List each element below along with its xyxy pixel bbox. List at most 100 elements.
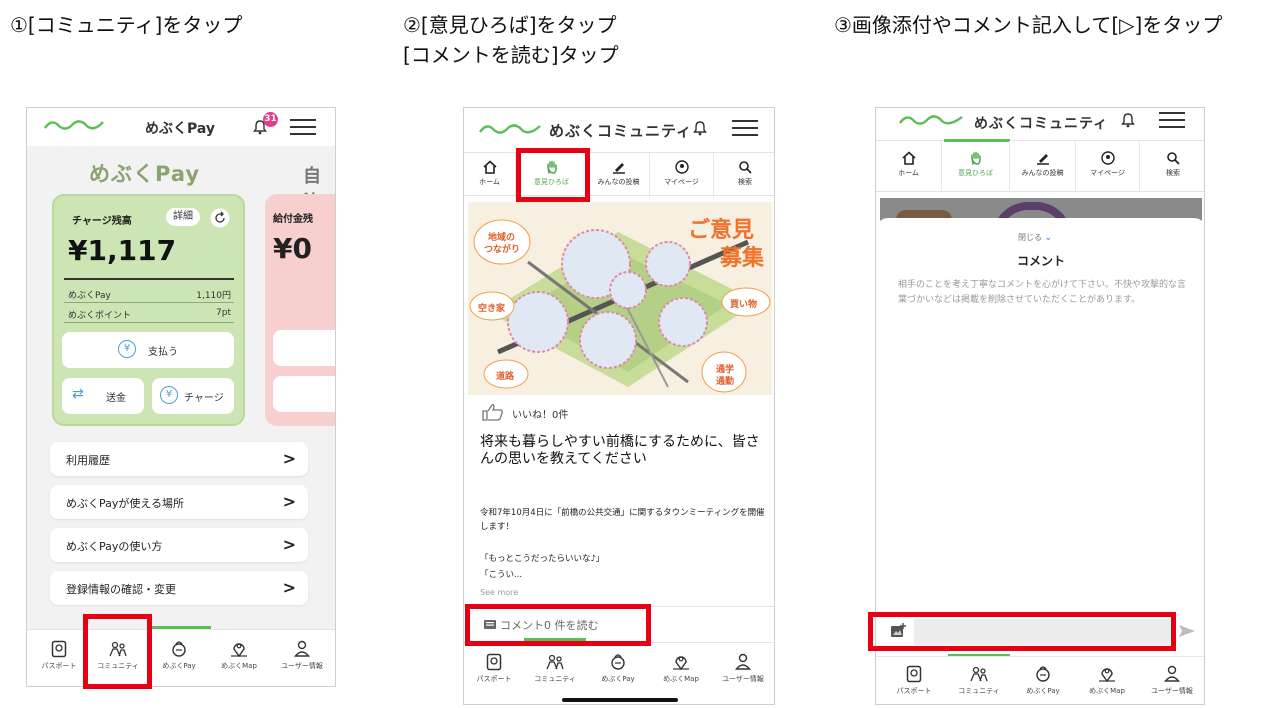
bell-icon[interactable] (1120, 112, 1136, 128)
passport-icon (906, 665, 922, 683)
nav-label: めぶくPay (1026, 687, 1060, 695)
hamburger-menu-icon[interactable] (290, 119, 316, 135)
map-label: 空き家 (478, 304, 506, 314)
balance-label: チャージ残高 (72, 216, 132, 227)
passport-icon (486, 653, 502, 671)
home-icon (482, 160, 497, 174)
map-label: つながり (484, 245, 521, 255)
mebuku-logo-icon (899, 115, 963, 125)
nav-community[interactable]: コミュニティ (526, 653, 584, 684)
map-label: 道路 (496, 372, 515, 382)
mebuku-logo-icon (44, 120, 104, 130)
tab-my-page[interactable]: マイページ (1076, 141, 1140, 193)
nav-passport[interactable]: パスポート (33, 640, 85, 671)
nav-label: めぶくMap (1089, 687, 1125, 695)
nav-user-info[interactable]: ユーザー情報 (1142, 665, 1202, 696)
pay-icon (172, 641, 186, 657)
phone-screen-pay: めぶくPay 31 めぶくPay 自治 チャージ残高 詳細 ¥1,117 めぶく… (26, 107, 336, 687)
tab-home[interactable]: ホーム (464, 153, 516, 197)
chevron-down-icon: ⌄ (1044, 233, 1053, 243)
nav-label: ユーザー情報 (281, 662, 323, 670)
map-heading-2: 募集 (720, 246, 765, 271)
menu-usable-places[interactable]: めぶくPayが使える場所 > (50, 485, 308, 519)
step2-title-line2: [コメントを読む]タップ (403, 43, 619, 67)
header-title: めぶくコミュニティ (974, 116, 1109, 132)
charge-balance-card[interactable]: チャージ残高 詳細 ¥1,117 めぶくPay 1,110円 めぶくポイント 7… (52, 194, 245, 426)
tab-opinion-plaza[interactable]: 意見ひろば (942, 141, 1010, 193)
tab-label: 検索 (1166, 169, 1180, 177)
nav-label: めぶくPay (162, 662, 196, 670)
bell-icon[interactable] (692, 120, 708, 136)
notification-badge: 31 (263, 112, 278, 127)
user-circle-icon (674, 160, 689, 174)
tab-everyone-posts[interactable]: みんなの投稿 (588, 153, 650, 197)
refresh-icon[interactable] (210, 208, 230, 228)
tab-home[interactable]: ホーム (876, 141, 942, 193)
home-icon (901, 151, 916, 165)
map-pin-icon (231, 643, 247, 658)
nav-pay[interactable]: めぶくPay (1016, 665, 1070, 696)
chevron-right-icon: > (282, 578, 296, 597)
post-title: 将来も暮らしやすい前橋にするために、皆さんの思いを教えてください (480, 434, 760, 467)
benefit-card[interactable]: 給付金残 ¥0 (265, 194, 335, 426)
menu-registration-info[interactable]: 登録情報の確認・変更 > (50, 571, 308, 605)
hamburger-menu-icon[interactable] (1159, 112, 1185, 128)
bottom-nav: パスポート コミュニティ めぶくPay めぶくMap ユーザー情報 (876, 656, 1204, 704)
point-label: めぶくポイント (68, 311, 132, 321)
community-icon (546, 654, 564, 670)
menu-how-to-use[interactable]: めぶくPayの使い方 > (50, 528, 308, 562)
send-icon[interactable] (1178, 624, 1196, 638)
menu-label: めぶくPayが使える場所 (66, 497, 185, 510)
tab-search[interactable]: 検索 (714, 153, 774, 197)
search-icon (739, 161, 752, 174)
pay-button[interactable]: ¥ 支払う (62, 332, 234, 368)
nav-user-info[interactable]: ユーザー情報 (273, 640, 331, 671)
nav-label: パスポート (476, 675, 512, 683)
step1-title: ①[コミュニティ]をタップ (10, 13, 243, 37)
close-sheet-button[interactable]: 閉じる ⌄ (1018, 232, 1052, 243)
benefit-label: 給付金残 (273, 214, 313, 225)
map-pin-icon (673, 656, 689, 671)
nav-pay[interactable]: めぶくPay (592, 653, 644, 684)
nav-label: めぶくMap (221, 662, 257, 670)
chevron-right-icon: > (282, 449, 296, 468)
yen-icon: ¥ (118, 340, 136, 358)
pay-icon (611, 654, 625, 670)
tab-my-page[interactable]: マイページ (650, 153, 714, 197)
hamburger-menu-icon[interactable] (732, 120, 758, 136)
opinion-map-illustration[interactable]: ご意見 募集 地域の つながり 空き家 道路 買い物 通学 通勤 (468, 202, 772, 395)
pay-heading: めぶくPay (89, 162, 201, 186)
tab-search[interactable]: 検索 (1140, 141, 1204, 193)
nav-map[interactable]: めぶくMap (213, 640, 265, 671)
see-more-link[interactable]: See more (480, 588, 518, 597)
home-indicator (562, 698, 678, 702)
send-button[interactable]: ⇄ 送金 (62, 378, 144, 414)
balance-amount: ¥1,117 (68, 234, 177, 267)
user-icon (735, 653, 751, 670)
mebuku-logo-icon (479, 124, 541, 134)
nav-passport[interactable]: パスポート (886, 665, 942, 696)
user-icon (1164, 665, 1180, 682)
detail-button[interactable]: 詳細 (166, 208, 200, 226)
menu-label: 登録情報の確認・変更 (66, 583, 176, 596)
nav-map[interactable]: めぶくMap (1078, 665, 1136, 696)
nav-pay[interactable]: めぶくPay (153, 640, 205, 671)
nav-user-info[interactable]: ユーザー情報 (714, 653, 772, 684)
nav-community[interactable]: コミュニティ (950, 665, 1008, 696)
tab-label: 意見ひろば (958, 169, 993, 177)
highlight-comment-input (868, 612, 1176, 651)
chevron-right-icon: > (282, 535, 296, 554)
charge-button[interactable]: ¥ チャージ (152, 378, 234, 414)
search-icon (1167, 152, 1180, 165)
comment-sheet: 閉じる ⌄ コメント 相手のことを考え丁寧なコメントを心がけて下さい。不快や攻撃… (876, 218, 1204, 648)
pay-value: 1,110円 (196, 291, 231, 301)
thumbs-up-icon[interactable] (482, 403, 504, 421)
bottom-nav: パスポート コミュニティ めぶくPay めぶくMap ユーザー情報 (464, 642, 774, 698)
menu-usage-history[interactable]: 利用履歴 > (50, 442, 308, 476)
tab-label: 検索 (738, 178, 752, 186)
nav-passport[interactable]: パスポート (468, 653, 520, 684)
nav-map[interactable]: めぶくMap (654, 653, 708, 684)
raised-hand-icon (970, 151, 981, 165)
tab-everyone-posts[interactable]: みんなの投稿 (1010, 141, 1076, 193)
map-pin-icon (1099, 668, 1115, 683)
